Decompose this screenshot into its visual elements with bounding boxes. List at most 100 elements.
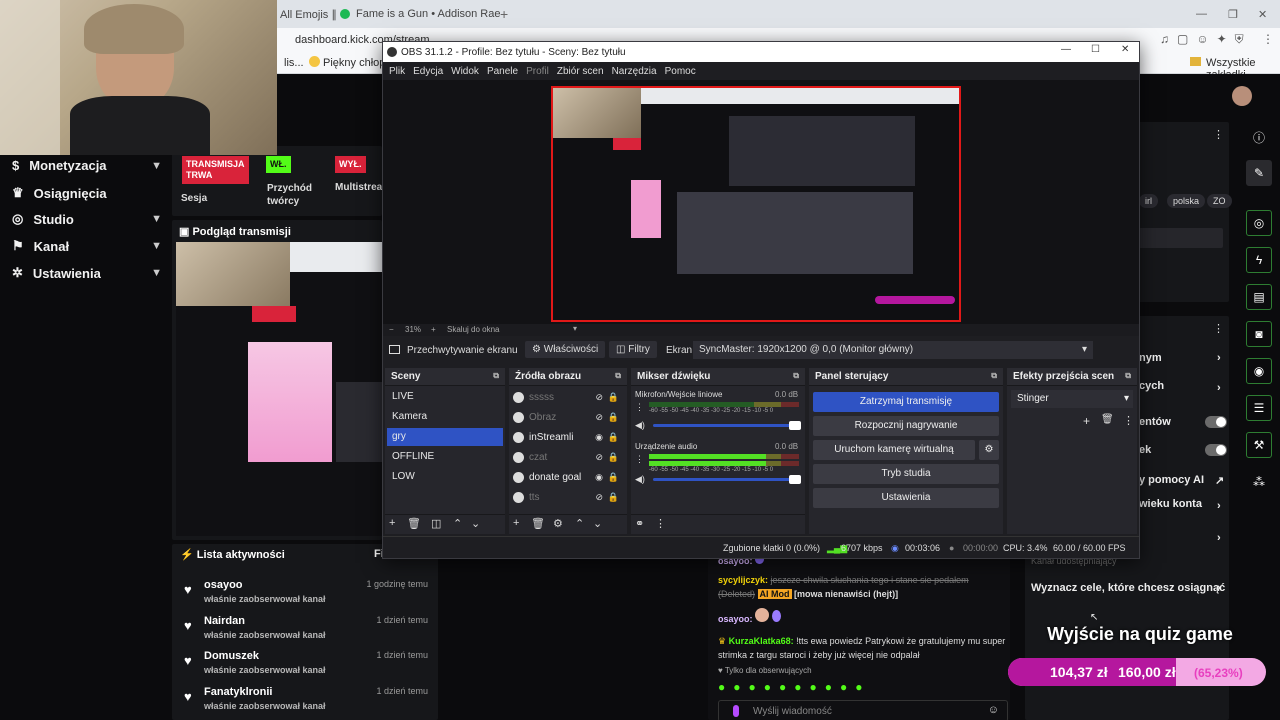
server-icon[interactable]: ☰ [1246, 395, 1272, 421]
transition-select[interactable]: Stinger ▾ [1011, 390, 1133, 408]
properties-button[interactable]: ⚙ Właściwości [525, 341, 606, 358]
scene-item[interactable]: OFFLINE [387, 448, 503, 466]
dock-menu-icon[interactable]: ⧉ [991, 371, 997, 381]
menu-dots-icon[interactable]: ⋮ [1123, 414, 1134, 427]
close-icon[interactable]: ✕ [1258, 4, 1267, 24]
activity-user[interactable]: Fanatyklronii [204, 686, 272, 698]
browser-tab[interactable]: All Emojis ∥ [280, 4, 337, 24]
source-item[interactable]: Obraz ⊘ 🔒 [513, 408, 625, 426]
slider-handle[interactable] [789, 475, 801, 484]
extension-icons[interactable]: ♫▢☺✦⛨ [1160, 32, 1252, 47]
scene-item-selected[interactable]: gry [387, 428, 503, 446]
minimize-icon[interactable]: — [1061, 44, 1071, 55]
menu-scene-collection[interactable]: Zbiór scen [557, 66, 604, 77]
emote-bar[interactable]: ●●●●●●●●●● [718, 680, 1008, 696]
add-icon[interactable]: + [389, 517, 395, 529]
menu-tools[interactable]: Narzędzia [612, 66, 657, 77]
menu-dots-icon[interactable]: ⋮ [655, 517, 666, 530]
scene-item[interactable]: LOW [387, 468, 503, 486]
shapes-icon[interactable]: ⁂ [1246, 469, 1272, 495]
source-item[interactable]: tts ⊘ 🔒 [513, 488, 625, 506]
menu-edit[interactable]: Edycja [413, 66, 443, 77]
menu-dots-icon[interactable]: ⋮ [1262, 32, 1274, 46]
menu-view[interactable]: Widok [451, 66, 479, 77]
maximize-icon[interactable]: ☐ [1091, 44, 1100, 55]
broadcast-icon[interactable]: ◉ [1246, 358, 1272, 384]
tag-chip[interactable]: polska [1167, 194, 1206, 208]
source-item[interactable]: czat ⊘ 🔒 [513, 448, 625, 466]
gear-icon[interactable]: ⚙ [979, 440, 999, 460]
lock-icon[interactable]: 🔒 [608, 412, 619, 423]
dock-menu-icon[interactable]: ⧉ [493, 371, 499, 381]
settings-button[interactable]: Ustawienia [813, 488, 999, 508]
chevron-right-icon[interactable]: › [1217, 352, 1221, 364]
sidebar-item-settings[interactable]: ✲ Ustawienia ▼ [12, 265, 162, 281]
chat-input[interactable]: Wyślij wiadomość ☺ [718, 700, 1008, 720]
link-icon[interactable]: ⚭ [635, 517, 644, 530]
gear-icon[interactable]: ⚙ [553, 517, 563, 530]
virtual-camera-button[interactable]: Uruchom kamerę wirtualną [813, 440, 975, 460]
lock-icon[interactable]: 🔒 [608, 472, 619, 483]
chevron-right-icon[interactable]: › [1217, 532, 1221, 544]
avatar[interactable] [1232, 86, 1252, 106]
trash-icon[interactable]: 🗑 [407, 517, 421, 530]
chevron-down-icon[interactable]: ⌄ [593, 517, 602, 530]
eye-off-icon[interactable]: ⊘ [595, 412, 603, 423]
goals-link[interactable]: Wyznacz cele, które chcesz osiągnąć [1031, 582, 1225, 594]
info-icon[interactable]: ⓘ [1246, 124, 1272, 150]
menu-docks[interactable]: Panele [487, 66, 518, 77]
chat-bubble-icon[interactable]: ◙ [1246, 321, 1272, 347]
sidebar-item-channel[interactable]: ⚑ Kanał ▼ [12, 238, 162, 254]
dock-menu-icon[interactable]: ⧉ [793, 371, 799, 381]
bookmark-item[interactable]: lis... [284, 57, 304, 69]
slider-handle[interactable] [789, 421, 801, 430]
minimize-icon[interactable]: — [1196, 4, 1207, 24]
activity-user[interactable]: Domuszek [204, 650, 259, 662]
maximize-icon[interactable]: ❐ [1228, 4, 1238, 24]
toggle-switch[interactable] [1205, 416, 1227, 428]
eye-off-icon[interactable]: ⊘ [595, 492, 603, 503]
document-icon[interactable]: ▤ [1246, 284, 1272, 310]
speaker-icon[interactable]: ◀) [635, 474, 645, 485]
menu-dots-icon[interactable]: ⋮ [635, 402, 644, 413]
activity-user[interactable]: Nairdan [204, 615, 245, 627]
volume-slider[interactable] [653, 421, 801, 430]
menu-dots-icon[interactable]: ⋮ [1213, 322, 1224, 335]
speaker-icon[interactable]: ◀) [635, 420, 645, 431]
menu-dots-icon[interactable]: ⋮ [1213, 128, 1224, 141]
filters-button[interactable]: ◫ Filtry [609, 341, 657, 358]
target-icon[interactable]: ◎ [1246, 210, 1272, 236]
external-link-icon[interactable]: ↗ [1215, 474, 1224, 487]
zoom-out-button[interactable]: − [389, 325, 394, 334]
browser-tab[interactable]: Fame is a Gun • Addison Rae [340, 4, 500, 24]
lock-icon[interactable]: 🔒 [608, 392, 619, 403]
source-item[interactable]: inStreamli ◉ 🔒 [513, 428, 625, 446]
add-icon[interactable]: + [513, 517, 519, 529]
fit-to-window[interactable]: Skaluj do okna [447, 325, 499, 334]
source-item[interactable]: donate goal ◉ 🔒 [513, 468, 625, 486]
chevron-down-icon[interactable]: ⌄ [471, 517, 480, 530]
eye-icon[interactable]: ◉ [595, 472, 603, 483]
chevron-right-icon[interactable]: › [1217, 500, 1221, 512]
trash-icon[interactable]: 🗑 [531, 517, 545, 530]
obs-preview-canvas[interactable] [551, 86, 961, 322]
activity-user[interactable]: osayoo [204, 579, 243, 591]
stream-preview-video[interactable] [176, 242, 382, 536]
close-icon[interactable]: ✕ [1121, 44, 1129, 55]
eye-icon[interactable]: ◉ [595, 432, 603, 443]
screen-select[interactable]: SyncMaster: 1920x1200 @ 0,0 (Monitor głó… [693, 341, 1093, 359]
emoji-picker-icon[interactable]: ☺ [988, 704, 999, 716]
menu-file[interactable]: Plik [389, 66, 405, 77]
start-recording-button[interactable]: Rozpocznij nagrywanie [813, 416, 999, 436]
stop-streaming-button[interactable]: Zatrzymaj transmisję [813, 392, 999, 412]
trash-icon[interactable]: 🗑 [1101, 414, 1114, 425]
filter-icon[interactable]: ◫ [431, 517, 441, 530]
eye-off-icon[interactable]: ⊘ [595, 392, 603, 403]
source-item[interactable]: sssss ⊘ 🔒 [513, 388, 625, 406]
lock-icon[interactable]: 🔒 [608, 452, 619, 463]
toggle-switch[interactable] [1205, 444, 1227, 456]
chevron-up-icon[interactable]: ⌃ [575, 517, 584, 530]
dock-menu-icon[interactable]: ⧉ [1125, 371, 1131, 381]
eye-off-icon[interactable]: ⊘ [595, 452, 603, 463]
dock-menu-icon[interactable]: ⧉ [615, 371, 621, 381]
